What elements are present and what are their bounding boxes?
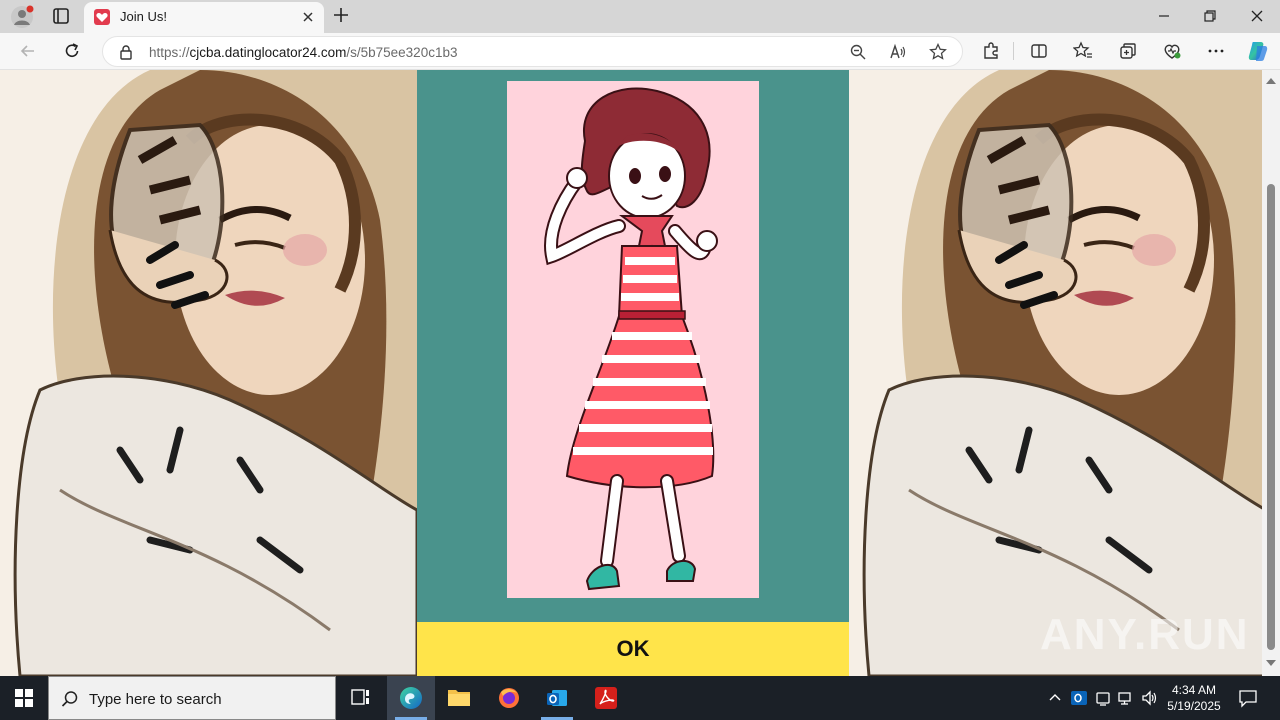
show-hidden-icons-icon[interactable] <box>1046 689 1064 707</box>
url-host: cjcba.datinglocator24.com <box>189 45 347 60</box>
taskbar-edge[interactable] <box>387 676 435 720</box>
network-icon[interactable] <box>1117 689 1135 707</box>
split-screen-icon[interactable] <box>1029 41 1049 61</box>
firefox-icon[interactable] <box>485 676 533 720</box>
watermark-logo: ANY.RUN <box>1040 610 1250 659</box>
browser-essentials-icon[interactable] <box>1162 41 1182 61</box>
tab-title: Join Us! <box>120 9 167 24</box>
clock-date: 5/19/2025 <box>1167 699 1221 713</box>
favorites-icon[interactable] <box>1073 41 1093 61</box>
minimize-icon[interactable] <box>1154 6 1174 26</box>
more-options-icon[interactable] <box>1206 41 1226 61</box>
task-view-icon[interactable] <box>336 676 384 720</box>
collections-icon[interactable] <box>1118 41 1138 61</box>
device-icon[interactable] <box>1094 689 1112 707</box>
cartoon-girl-illustration <box>507 81 759 598</box>
join-panel: OK <box>417 70 849 676</box>
scrollbar-thumb[interactable] <box>1267 184 1275 650</box>
read-aloud-icon[interactable] <box>889 43 907 61</box>
notifications-icon[interactable] <box>1238 688 1258 708</box>
outlook-icon <box>547 690 567 706</box>
copilot-icon[interactable] <box>1247 40 1269 62</box>
url-scheme: https:// <box>149 45 190 60</box>
windows-taskbar: Type here to search 4:34 AM 5/19/2025 <box>0 676 1280 720</box>
url-text[interactable]: https://cjcba.datinglocator24.com/s/5b75… <box>149 45 457 60</box>
browser-toolbar: https://cjcba.datinglocator24.com/s/5b75… <box>0 33 1280 70</box>
start-windows-icon[interactable] <box>0 676 48 720</box>
tab-strip: Join Us! <box>0 0 1280 33</box>
file-explorer-icon[interactable] <box>435 676 483 720</box>
search-placeholder: Type here to search <box>89 691 222 708</box>
zoom-icon[interactable] <box>849 43 867 61</box>
outlook-tray-icon[interactable] <box>1070 689 1088 707</box>
acrobat-icon[interactable] <box>582 676 630 720</box>
volume-icon[interactable] <box>1141 689 1159 707</box>
new-tab-icon[interactable] <box>332 6 350 24</box>
browser-tab[interactable]: Join Us! <box>84 2 324 33</box>
page-scrollbar[interactable] <box>1262 70 1280 676</box>
scroll-down-icon[interactable] <box>1266 660 1276 668</box>
close-tab-icon[interactable] <box>300 9 316 25</box>
star-icon[interactable] <box>929 43 947 61</box>
extensions-icon[interactable] <box>981 41 1001 61</box>
profile-icon[interactable] <box>10 5 34 29</box>
heart-favicon-icon <box>94 9 110 25</box>
close-window-icon[interactable] <box>1247 6 1267 26</box>
tab-actions-icon[interactable] <box>50 5 72 27</box>
search-icon <box>61 691 78 707</box>
ok-button[interactable]: OK <box>417 622 849 676</box>
lock-icon[interactable] <box>119 44 133 60</box>
address-bar[interactable]: https://cjcba.datinglocator24.com/s/5b75… <box>102 36 963 67</box>
edge-icon <box>400 687 422 709</box>
taskbar-outlook[interactable] <box>533 676 581 720</box>
refresh-icon[interactable] <box>62 41 82 61</box>
back-icon[interactable] <box>18 41 38 61</box>
portrait-illustration-right <box>849 70 1262 676</box>
system-clock[interactable]: 4:34 AM 5/19/2025 <box>1162 682 1226 714</box>
portrait-illustration-left <box>0 70 417 676</box>
scroll-up-icon[interactable] <box>1266 76 1276 84</box>
web-page: OK ANY.RUN <box>0 70 1262 676</box>
taskbar-search[interactable]: Type here to search <box>48 676 336 720</box>
restore-icon[interactable] <box>1200 6 1220 26</box>
url-path: /s/5b75ee320c1b3 <box>346 45 458 60</box>
clock-time: 4:34 AM <box>1171 683 1217 697</box>
